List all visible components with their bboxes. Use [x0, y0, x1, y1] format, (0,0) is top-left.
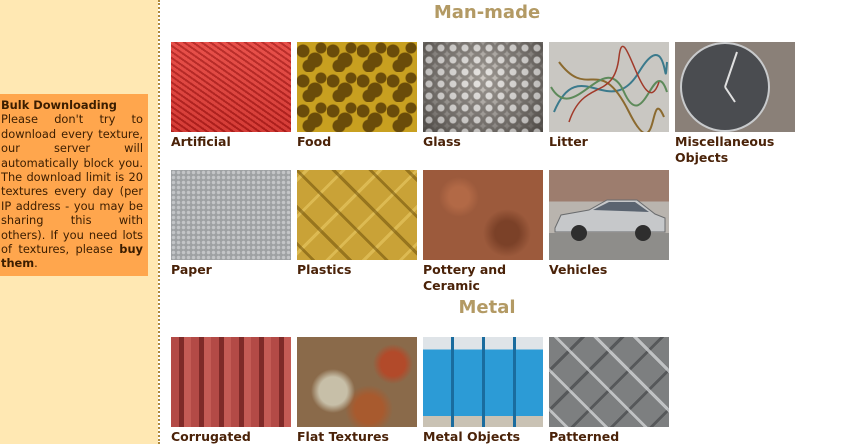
category-tile-pottery-and-ceramic[interactable]: Pottery and Ceramic [423, 170, 543, 294]
yellow-noodle-texture-thumbnail[interactable] [297, 42, 417, 132]
gray-dotted-paper-thumbnail[interactable] [171, 170, 291, 260]
category-label-metal-objects[interactable]: Metal Objects [423, 429, 543, 445]
category-label-artificial[interactable]: Artificial [171, 134, 291, 150]
notice-text: Please don't try to download every textu… [1, 112, 143, 257]
category-tile-flat-textures[interactable]: Flat Textures [297, 337, 417, 445]
red-corrugated-metal-thumbnail[interactable] [171, 337, 291, 427]
category-label-food[interactable]: Food [297, 134, 417, 150]
category-label-glass[interactable]: Glass [423, 134, 543, 150]
category-label-corrugated[interactable]: Corrugated [171, 429, 291, 445]
tangled-wires-thumbnail[interactable] [549, 42, 669, 132]
category-tile-metal-objects[interactable]: Metal Objects [423, 337, 543, 445]
notice-end: . [34, 256, 38, 271]
category-tile-glass[interactable]: Glass [423, 42, 543, 150]
yellow-treadplate-thumbnail[interactable] [297, 170, 417, 260]
sidebar-divider [158, 0, 160, 444]
category-tile-food[interactable]: Food [297, 42, 417, 150]
rusty-terracotta-thumbnail[interactable] [423, 170, 543, 260]
notice-title: Bulk Downloading [1, 98, 117, 112]
category-tile-artificial[interactable]: Artificial [171, 42, 291, 150]
category-label-litter[interactable]: Litter [549, 134, 669, 150]
category-label-flat-textures[interactable]: Flat Textures [297, 429, 417, 445]
category-tile-paper[interactable]: Paper [171, 170, 291, 278]
category-tile-patterned[interactable]: Patterned [549, 337, 669, 445]
category-label-paper[interactable]: Paper [171, 262, 291, 278]
wall-clock-icon [675, 42, 795, 132]
silver-car-icon [554, 199, 666, 241]
tangled-wires-icon [550, 45, 668, 132]
category-tile-miscellaneous-objects[interactable]: Miscellaneous Objects [675, 42, 795, 166]
category-tile-vehicles[interactable]: Vehicles [549, 170, 669, 278]
bulk-download-notice: Bulk Downloading Please don't try to down… [0, 94, 148, 276]
silver-car-thumbnail[interactable] [549, 170, 669, 260]
red-textured-surface-thumbnail[interactable] [171, 42, 291, 132]
wall-clock-thumbnail[interactable] [675, 42, 795, 132]
sidebar: Bulk Downloading Please don't try to down… [0, 0, 158, 444]
category-tile-litter[interactable]: Litter [549, 42, 669, 150]
category-label-patterned[interactable]: Patterned [549, 429, 669, 445]
steel-treadplate-thumbnail[interactable] [549, 337, 669, 427]
rusted-flat-metal-thumbnail[interactable] [297, 337, 417, 427]
section-title-man-made: Man-made [433, 2, 541, 23]
category-label-pottery-and-ceramic[interactable]: Pottery and Ceramic [423, 262, 543, 294]
category-label-miscellaneous-objects[interactable]: Miscellaneous Objects [675, 134, 795, 166]
category-tile-plastics[interactable]: Plastics [297, 170, 417, 278]
dimpled-glass-thumbnail[interactable] [423, 42, 543, 132]
blue-container-thumbnail[interactable] [423, 337, 543, 427]
category-label-vehicles[interactable]: Vehicles [549, 262, 669, 278]
section-title-metal: Metal [458, 297, 516, 318]
category-tile-corrugated[interactable]: Corrugated [171, 337, 291, 445]
category-label-plastics[interactable]: Plastics [297, 262, 417, 278]
